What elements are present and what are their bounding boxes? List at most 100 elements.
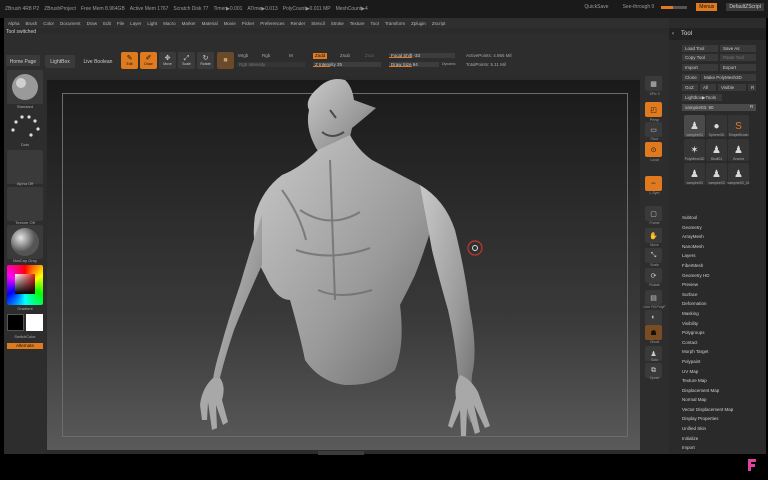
subpalette-geometry-hd[interactable]: Geometry HD	[682, 271, 762, 281]
tool-thumbnail-icon: ✶	[690, 145, 699, 156]
subpalette-surface[interactable]: Surface	[682, 290, 762, 300]
subpalette-visibility[interactable]: Visibility	[682, 319, 762, 329]
rotate-view-label: Rotate	[649, 283, 660, 287]
make-polymesh-button[interactable]: Make PolyMesh3D	[701, 74, 756, 81]
rotate-view-button[interactable]: ⟳	[645, 268, 662, 283]
subpalette-preview[interactable]: Preview	[682, 280, 762, 290]
tool-thumbnail-icon: ♟	[690, 121, 699, 132]
subpalette-deformation[interactable]: Deformation	[682, 299, 762, 309]
scale-view-icon: ⤡	[650, 251, 657, 259]
polyf-label: Line Fill PolyF	[643, 305, 666, 309]
paste-tool-button[interactable]: Paste Tool	[720, 54, 756, 61]
tool-palette-header[interactable]: Tool	[669, 28, 766, 40]
polyf-icon: ▤	[650, 294, 657, 302]
tool-thumbnail[interactable]: ♟ Skull01	[706, 139, 727, 161]
tool-thumbnail-label: vampire03	[686, 181, 703, 185]
subpalette-polypaint[interactable]: Polypaint	[682, 357, 762, 367]
subpalette-list: Subtool Geometry ArrayMesh NanoMesh Layers Fi…	[682, 213, 762, 453]
subpalette-arraymesh[interactable]: ArrayMesh	[682, 232, 762, 242]
tool-thumbnail[interactable]: ● Sphere3D	[706, 115, 727, 137]
rotate-view-icon: ⟳	[650, 272, 657, 280]
subpalette-texture-map[interactable]: Texture Map	[682, 376, 762, 386]
scale-view-button[interactable]: ⤡	[645, 248, 662, 263]
subpalette-vector-displacement-map[interactable]: Vector Displacement Map	[682, 405, 762, 415]
subpalette-displacement-map[interactable]: Displacement Map	[682, 386, 762, 396]
scale-view-label: Scale	[650, 263, 659, 267]
clone-button[interactable]: Clone	[682, 74, 700, 81]
load-tool-button[interactable]: Load Tool	[682, 45, 718, 52]
frame-label: Frame	[649, 221, 660, 225]
brand-logo-icon	[748, 459, 756, 471]
tool-thumbnail-label: vampire03	[708, 181, 725, 185]
goz-button[interactable]: GoZ	[682, 84, 698, 91]
move-view-icon: ✋	[649, 232, 658, 240]
polyf-button[interactable]: ▤	[645, 290, 662, 305]
goz-r-button[interactable]: R	[748, 84, 756, 91]
ghost-button[interactable]: ☗	[645, 325, 662, 340]
transp-button[interactable]: ◐	[645, 310, 662, 325]
subpalette-uv-map[interactable]: UV Map	[682, 367, 762, 377]
subpalette-normal-map[interactable]: Normal Map	[682, 395, 762, 405]
lsym-button[interactable]: ⇔	[645, 176, 662, 191]
floor-button[interactable]: ▭	[645, 122, 662, 137]
subpalette-display-properties[interactable]: Display Properties	[682, 414, 762, 424]
transp-icon: ◐	[651, 314, 656, 321]
tool-thumbnail-icon: S	[735, 121, 742, 132]
collapse-icon[interactable]: ‹	[672, 31, 674, 37]
tool-thumbnail[interactable]: ♟ vampire03	[684, 115, 705, 137]
frame-icon: ▢	[650, 210, 657, 218]
tool-thumbnail-label: vampire03	[686, 133, 703, 137]
local-icon: ⊙	[650, 146, 657, 154]
tool-thumbnail[interactable]: ♟ vampire03	[684, 163, 705, 185]
subpalette-polygroups[interactable]: Polygroups	[682, 328, 762, 338]
subpalette-nanomesh[interactable]: NanoMesh	[682, 242, 762, 252]
current-tool-r-button[interactable]: R	[750, 104, 753, 109]
spix-button[interactable]: ▦	[645, 76, 662, 91]
subpalette-morph-target[interactable]: Morph Target	[682, 347, 762, 357]
tool-thumbnail-icon: ●	[713, 121, 720, 132]
floor-label: Floor	[650, 137, 659, 141]
tool-thumbnail[interactable]: S SimpleBrush	[728, 115, 749, 137]
current-tool-slider[interactable]: vampire03. 90	[682, 104, 756, 111]
move-view-label: Move	[650, 243, 659, 247]
goz-visible-button[interactable]: Visible	[718, 84, 746, 91]
floor-icon: ▭	[650, 126, 657, 134]
subpalette-import[interactable]: Import	[682, 443, 762, 453]
persp-button[interactable]: ◰	[645, 102, 662, 117]
local-label: Local	[650, 158, 659, 162]
save-as-button[interactable]: Save As	[720, 45, 756, 52]
xpose-icon: ⧉	[651, 366, 656, 374]
tool-thumbnail[interactable]: ♟ Gnome	[728, 139, 749, 161]
current-tool-label: vampire03. 90	[685, 105, 714, 110]
lsym-label: L.Sym	[649, 191, 660, 195]
tool-thumbnail-label: PolyMesh3D	[684, 157, 705, 161]
tool-thumbnail-icon: ♟	[712, 169, 721, 180]
local-button[interactable]: ⊙	[645, 142, 662, 157]
subpalette-geometry[interactable]: Geometry	[682, 223, 762, 233]
subpalette-unified-skin[interactable]: Unified Skin	[682, 424, 762, 434]
tool-thumbnail-icon: ♟	[712, 145, 721, 156]
tool-thumbnail-icon: ♟	[734, 145, 743, 156]
goz-all-button[interactable]: All	[700, 84, 716, 91]
tool-palette-title: Tool	[681, 31, 693, 37]
tool-thumbnail[interactable]: ♟ vampire03_01	[727, 163, 750, 185]
tool-thumbnail[interactable]: ♟ vampire03	[706, 163, 727, 185]
copy-tool-button[interactable]: Copy Tool	[682, 54, 718, 61]
move-view-button[interactable]: ✋	[645, 228, 662, 243]
subpalette-initialize[interactable]: Initialize	[682, 434, 762, 444]
frame-button[interactable]: ▢	[645, 206, 662, 221]
subpalette-layers[interactable]: Layers	[682, 251, 762, 261]
subpalette-masking[interactable]: Masking	[682, 309, 762, 319]
subpalette-subtool[interactable]: Subtool	[682, 213, 762, 223]
xpose-label: Xpose	[649, 376, 660, 380]
subpalette-fibermesh[interactable]: FiberMesh	[682, 261, 762, 271]
tool-thumbnail[interactable]: ✶ PolyMesh3D	[684, 139, 705, 161]
import-button[interactable]: Import	[682, 64, 718, 71]
tool-thumbnail-icon: ♟	[690, 169, 699, 180]
bottom-scroll-handle[interactable]	[318, 451, 364, 455]
subpalette-contact[interactable]: Contact	[682, 338, 762, 348]
solo-label: Solo	[650, 358, 658, 362]
lightbox-tools-button[interactable]: Lightbox▶Tools	[682, 94, 722, 101]
export-button[interactable]: Export	[720, 64, 756, 71]
solo-icon: ♟	[650, 350, 657, 358]
